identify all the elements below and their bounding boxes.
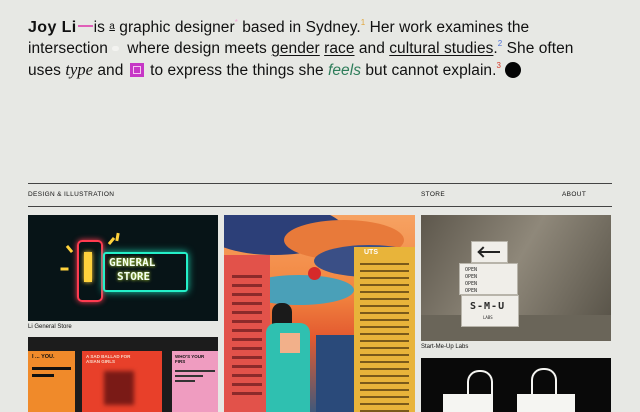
open-box-text: OPEN OPEN OPEN OPEN (465, 267, 477, 295)
neon-ray (65, 244, 74, 254)
intro-text: to express the things she (145, 62, 329, 79)
building-windows (232, 275, 262, 395)
tote-bag (517, 394, 575, 412)
intro-text: where design meets (122, 40, 272, 57)
box-line: OPEN (465, 267, 478, 273)
designer-name: Joy Li (28, 19, 77, 36)
poster-pink: WHO'S YOUR FIRS (172, 351, 218, 412)
logo-text: S-M-U (470, 301, 506, 312)
neon-sign-text: GENERAL STORE (109, 256, 155, 284)
neon-ray (107, 236, 116, 246)
intro-text: is (93, 19, 110, 36)
nav-design-illustration[interactable]: DESIGN & ILLUSTRATION (28, 191, 114, 198)
project-tile-illustration[interactable]: UTS (224, 215, 415, 412)
magenta-glyph-icon (129, 63, 144, 77)
nav-bar: DESIGN & ILLUSTRATION STORE ABOUT (28, 183, 612, 207)
intro-paragraph: Joy Li is a graphic designer* based in Sy… (28, 17, 588, 81)
box-line: OPEN (465, 281, 478, 287)
box-line: OPEN (465, 274, 478, 280)
neon-lantern-icon (77, 240, 103, 302)
arrow-head (477, 246, 489, 258)
link-race[interactable]: race (324, 40, 354, 57)
project-caption-start-me-up-labs[interactable]: Start-Me-Up Labs (421, 344, 468, 350)
neon-sign-line: GENERAL (109, 256, 156, 269)
pink-dash-icon (77, 25, 93, 27)
red-sun-icon (308, 267, 321, 280)
open-box: OPEN OPEN OPEN OPEN (459, 263, 518, 295)
link-cultural-studies[interactable]: cultural studies (389, 40, 493, 57)
box-line: OPEN (465, 288, 478, 294)
figure-top (280, 333, 300, 353)
neon-ray (60, 267, 69, 271)
poster-red: A SAD BALLAD FOR ASIAN GIRLS (82, 351, 162, 412)
poster-figure (104, 371, 134, 405)
building-mid (316, 335, 354, 412)
poster-text: ASIAN GIRLS (86, 359, 116, 364)
poster-rule (175, 380, 195, 382)
project-caption-li-general-store[interactable]: Li General Store (28, 324, 72, 330)
intro-text: and (93, 62, 128, 79)
project-tile-tote-bags[interactable] (421, 358, 611, 412)
black-dot-icon[interactable] (504, 62, 521, 78)
neon-ray (115, 232, 120, 242)
project-tile-start-me-up-labs[interactable]: OPEN OPEN OPEN OPEN S-M-U LABS (421, 215, 611, 341)
poster-rule (175, 370, 215, 372)
building-sign: UTS (364, 249, 378, 256)
intro-text: based in Sydney. (237, 19, 361, 36)
logo-subtext: LABS (483, 315, 493, 320)
logo-box: S-M-U LABS (461, 295, 519, 327)
project-tile-li-general-store[interactable]: GENERAL STORE (28, 215, 218, 321)
footnote-3[interactable]: 3 (496, 61, 501, 70)
poster-orange: I ... YOU. (28, 351, 75, 412)
poster-text: A SAD BALLAD FOR (86, 354, 131, 359)
tote-bag (443, 394, 493, 412)
poster-rule (32, 374, 54, 377)
intro-text: and (354, 40, 390, 57)
poster-text: WHO'S YOUR FIRS (175, 354, 205, 364)
link-gender[interactable]: gender (271, 40, 320, 57)
intro-text: graphic designer (114, 19, 235, 36)
feels-word: feels (328, 62, 362, 79)
nav-about[interactable]: ABOUT (562, 191, 586, 198)
white-blob-icon (111, 46, 119, 51)
nav-store[interactable]: STORE (421, 191, 445, 198)
building-windows (360, 263, 409, 412)
type-word: type (65, 60, 93, 79)
project-tile-posters[interactable]: I ... YOU. A SAD BALLAD FOR ASIAN GIRLS … (28, 337, 218, 412)
intro-text: but cannot explain. (361, 62, 497, 79)
poster-rule (32, 367, 71, 370)
poster-rule (175, 375, 203, 377)
neon-sign-line: STORE (117, 270, 151, 283)
poster-text: I ... YOU. (32, 354, 55, 360)
arrow-box (471, 241, 508, 263)
